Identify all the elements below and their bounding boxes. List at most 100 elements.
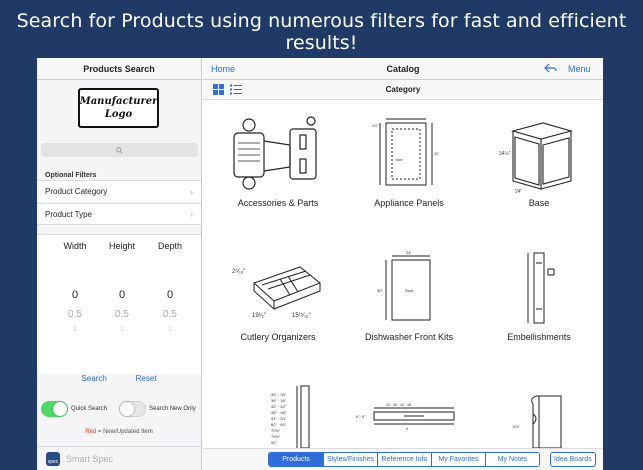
svg-text:3/4": 3/4"	[372, 124, 379, 128]
quick-search-toggle[interactable]	[41, 401, 68, 417]
category-title: Category	[385, 85, 421, 94]
depth-value: 0	[166, 289, 174, 301]
tab-products[interactable]: Products	[269, 453, 323, 466]
tall-panel-image: 30" · 30"36" · 36"42" · 42" 48" · 48"54"…	[271, 385, 310, 448]
filter-label: Product Type	[45, 209, 92, 219]
back-arrow-icon[interactable]	[544, 63, 557, 76]
new-item-legend: Red = New/Updated Item	[37, 429, 201, 435]
svg-text:48" · 48": 48" · 48"	[271, 410, 287, 415]
products-search-sidebar: Products Search Manufacturer Logo Option…	[37, 58, 202, 470]
tab-styles-finishes[interactable]: Styles/Finishes	[323, 453, 377, 466]
category-tile-cutlery[interactable]: 2⁵⁄₁₆" 19¹⁄₂" 15¹⁵⁄₁₆" Cutlery Organizers	[218, 248, 338, 342]
category-tile-accessories[interactable]: Accessories & Parts	[218, 114, 338, 208]
height-next2-value: 1	[120, 326, 124, 333]
tile-label: Accessories & Parts	[237, 198, 319, 208]
menu-button[interactable]: Menu	[568, 64, 591, 74]
filter-label: Product Category	[45, 187, 108, 196]
category-tile-base[interactable]: 34½" 24" Base	[479, 114, 599, 208]
svg-text:30" · 30": 30" · 30"	[271, 392, 287, 397]
svg-text:42" · 42": 42" · 42"	[271, 404, 287, 409]
tab-my-favorites[interactable]: My Favorites	[431, 453, 485, 466]
category-tile-row3-2[interactable]: 30 · 36 · 42 · 48 6" · 8" 6	[349, 384, 469, 448]
tile-label: Dishwasher Front Kits	[364, 332, 454, 342]
base-cabinet-image: 34½" 24"	[499, 122, 574, 193]
height-picker[interactable]: Height 0 0.5 1	[97, 235, 147, 333]
width-next-value: 0.5	[68, 309, 82, 320]
tile-label: Embellishments	[507, 332, 571, 342]
segmented-tabs: Products Styles/Finishes Reference Info …	[268, 452, 540, 467]
width-value: 0	[71, 289, 79, 301]
search-icon	[116, 146, 123, 154]
category-tile-row3-3[interactable]: 2½"	[479, 384, 599, 448]
molding-image: 2½"	[513, 395, 562, 448]
svg-text:6: 6	[406, 427, 408, 431]
category-tile-dishwasher[interactable]: 24" 30" Slab Dishwasher Front Kits	[349, 248, 469, 342]
category-tile-row3-1[interactable]: 30" · 30" 36" · 36" 42" · 42" 48" · 48" 54"…	[218, 384, 338, 448]
quick-search-label: Quick Search	[71, 406, 108, 412]
search-toggles: Quick Search Search New Only	[41, 399, 201, 419]
tab-my-notes[interactable]: My Notes	[485, 453, 539, 466]
chevron-right-icon: ›	[190, 186, 193, 197]
width-label: Width	[63, 241, 87, 251]
app-icon-text: spec	[47, 458, 59, 465]
search-new-only-toggle[interactable]	[119, 401, 147, 417]
catalog-pane: Home Catalog Menu Category Accessories &…	[203, 58, 603, 470]
width-next2-value: 1	[73, 326, 77, 333]
height-next-value: 0.5	[115, 309, 129, 320]
search-new-only-label: Search New Only	[149, 406, 196, 412]
idea-boards-button[interactable]: Idea Boards	[550, 452, 596, 467]
dimension-pickers: Width 0 0.5 1 Height 0 0.5 1 Depth 0 0.5…	[37, 234, 201, 374]
depth-picker[interactable]: Depth 0 0.5 1	[145, 235, 195, 333]
svg-text:2⁵⁄₁₆": 2⁵⁄₁₆"	[232, 268, 245, 275]
appliance-panel-image: 3/4" 30" face	[372, 118, 440, 186]
height-label: Height	[108, 241, 135, 251]
depth-next-value: 0.5	[163, 309, 177, 320]
search-button[interactable]: Search	[81, 374, 106, 394]
sidebar-actions: Search Reset	[37, 374, 201, 394]
app-name: Smart Spec	[66, 453, 114, 464]
filter-product-category[interactable]: Product Category ›	[37, 180, 201, 202]
logo-line-2: Logo	[104, 109, 133, 120]
reset-button[interactable]: Reset	[136, 374, 157, 394]
svg-text:30": 30"	[434, 152, 440, 156]
category-bar: Category	[203, 80, 603, 100]
svg-text:Slab: Slab	[405, 288, 414, 293]
width-picker[interactable]: Width 0 0.5 1	[50, 235, 100, 333]
cutlery-organizer-image: 2⁵⁄₁₆" 19¹⁄₂" 15¹⁵⁄₁₆"	[232, 266, 321, 319]
search-input[interactable]	[41, 143, 198, 157]
tile-label: Base	[528, 198, 550, 208]
svg-text:36" · 36": 36" · 36"	[271, 398, 287, 403]
sidebar-title: Products Search	[37, 58, 201, 80]
bottom-tab-bar: Products Styles/Finishes Reference Info …	[203, 448, 603, 470]
embellishment-image	[527, 252, 555, 324]
app-window: Products Search Manufacturer Logo Option…	[37, 58, 603, 470]
svg-text:24": 24"	[406, 250, 412, 255]
catalog-nav-bar: Home Catalog Menu	[203, 58, 603, 80]
depth-label: Depth	[157, 241, 183, 251]
tab-reference-info[interactable]: Reference Info	[377, 453, 431, 466]
hinge-image	[233, 116, 317, 190]
category-tile-appliance-panels[interactable]: 3/4" 30" face Appliance Panels	[349, 114, 469, 208]
tile-label: Cutlery Organizers	[240, 332, 316, 342]
svg-text:54" · 54": 54" · 54"	[271, 416, 287, 421]
depth-next2-value: 1	[168, 326, 172, 333]
dishwasher-front-image: 24" 30" Slab	[377, 250, 431, 321]
svg-text:19¹⁄₂": 19¹⁄₂"	[252, 313, 266, 319]
svg-text:79½": 79½"	[271, 434, 281, 439]
toe-kick-image: 30 · 36 · 42 · 48 6" · 8" 6	[356, 403, 455, 431]
legend-text: = New/Updated Item	[96, 429, 153, 435]
filter-product-type[interactable]: Product Type ›	[37, 203, 201, 225]
svg-text:15¹⁵⁄₁₆": 15¹⁵⁄₁₆"	[292, 312, 311, 319]
optional-filters-title: Optional Filters	[45, 172, 97, 179]
svg-text:face: face	[396, 158, 403, 162]
svg-text:24": 24"	[515, 189, 523, 193]
manufacturer-logo: Manufacturer Logo	[78, 88, 159, 128]
category-tile-embellishments[interactable]: Embellishments	[479, 248, 599, 342]
svg-text:6" · 8": 6" · 8"	[356, 415, 366, 419]
legend-red-word: Red	[85, 429, 97, 435]
svg-text:34½": 34½"	[499, 150, 511, 157]
promo-banner-text: Search for Products using numerous filte…	[16, 10, 627, 54]
chevron-right-icon: ›	[190, 209, 193, 219]
svg-text:60" · 60": 60" · 60"	[271, 422, 287, 427]
svg-text:90": 90"	[271, 440, 277, 445]
